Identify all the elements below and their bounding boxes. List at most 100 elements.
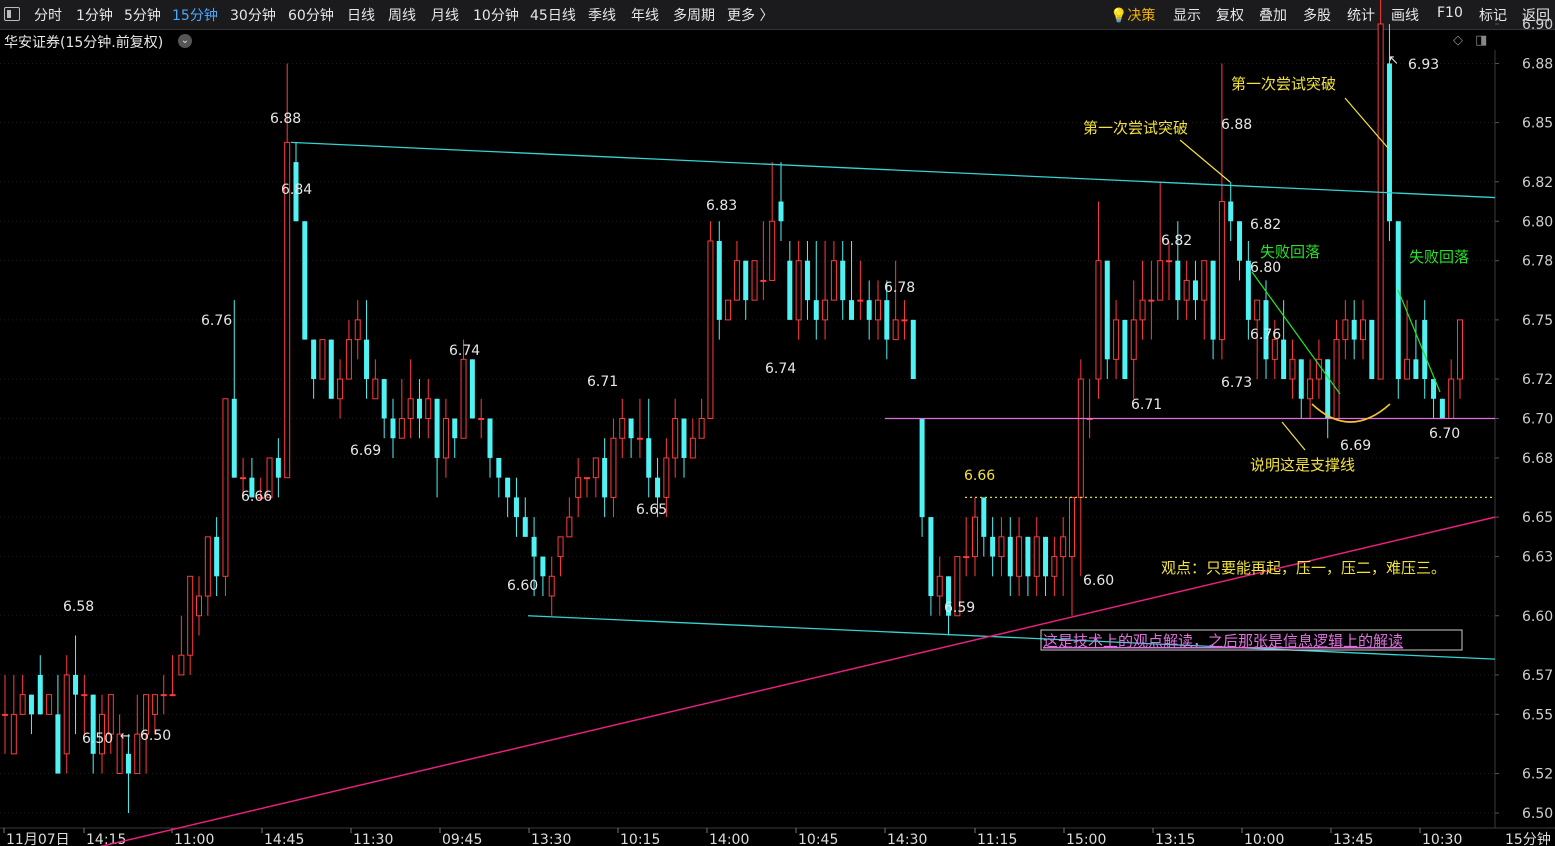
x-tick-label: 14:00 (709, 832, 749, 846)
annotation-support-note: 说明这是支撑线 (1250, 456, 1355, 474)
candle-body-up (19, 694, 26, 715)
candle-body-down (1210, 260, 1216, 340)
candle-body-up (222, 398, 229, 577)
price-label: 6.76 (201, 313, 232, 329)
annotation-failed-pullback: 失败回落 (1260, 243, 1320, 261)
candle-body-up (398, 418, 405, 439)
x-tick-label: 10:30 (1422, 832, 1462, 846)
candle-body-up (592, 457, 599, 479)
arrow-icon: ← (120, 729, 131, 744)
candle-body-down (981, 497, 987, 537)
candle-body-up (557, 536, 564, 558)
candle-body-down (866, 300, 872, 320)
price-label: 6.84 (281, 182, 312, 198)
candle-body-up (707, 240, 714, 419)
annotation-arrow (1179, 139, 1231, 183)
x-tick-label: 11:00 (174, 832, 214, 846)
candle-body-down (840, 260, 846, 301)
candle-body-down (73, 674, 79, 695)
candle-body-up (769, 220, 776, 281)
candle-body-up (1307, 378, 1314, 400)
candle-body-up (187, 575, 194, 656)
candle-body-up (733, 260, 740, 301)
price-label: 6.74 (449, 343, 480, 359)
price-label: 6.93 (1408, 57, 1439, 73)
candle-body-up (1166, 260, 1172, 263)
x-tick-label: 11月07日 (6, 832, 70, 846)
x-tick-label: 09:45 (442, 832, 482, 846)
price-label: 6.70 (1429, 426, 1460, 442)
price-label: 6.69 (350, 443, 381, 459)
price-label: 6.74 (765, 361, 796, 377)
candle-body-up (1377, 23, 1384, 380)
price-label: 6.78 (884, 280, 915, 296)
candle-body-up (10, 713, 17, 755)
price-label: 6.66 (241, 489, 272, 505)
price-label: 6.60 (507, 578, 538, 594)
x-tick-label: 13:30 (531, 832, 571, 846)
candle-body-down (231, 398, 237, 478)
candle-body-down (434, 398, 440, 458)
candle-body-down (928, 517, 934, 597)
x-tick-label: 10:15 (620, 832, 660, 846)
annotation-disclaimer: 这是技术上的观点解读，之后那张是信息逻辑上的解读 (1043, 632, 1403, 650)
candle-body-down (1369, 319, 1375, 380)
candle-body-down (681, 418, 687, 458)
candle-body-up (619, 418, 626, 439)
candle-body-up (795, 260, 802, 321)
candle-body-up (636, 437, 643, 440)
candle-body-up (575, 477, 582, 498)
y-tick-label: 6.55 (1522, 707, 1553, 723)
candle-body-down (540, 556, 546, 577)
candle-body-up (698, 418, 705, 439)
candle-body-up (725, 299, 732, 321)
candle-body-down (1104, 260, 1110, 360)
candle-body-up (760, 279, 767, 282)
x-tick-label: 14:15 (86, 832, 126, 846)
y-tick-label: 6.68 (1522, 451, 1553, 467)
candle-body-up (972, 516, 978, 558)
candle-body-down (804, 260, 810, 301)
price-label: 6.66 (964, 468, 995, 484)
candle-body-up (610, 437, 617, 498)
price-label: 6.69 (1340, 438, 1371, 454)
candle-body-down (469, 359, 475, 419)
candle-body-down (655, 477, 661, 498)
candle-body-down (1192, 280, 1198, 301)
candle-body-up (584, 477, 590, 480)
candle-body-up (1148, 299, 1155, 302)
y-tick-label: 6.60 (1522, 609, 1553, 625)
candle-body-up (892, 319, 899, 341)
annotation-arrow (1281, 421, 1306, 451)
candle-body-up (663, 457, 670, 498)
candle-body-up (1201, 260, 1208, 301)
candle-body-down (1237, 221, 1243, 261)
candle-body-up (672, 418, 679, 459)
y-tick-label: 6.75 (1522, 313, 1553, 329)
candle-body-up (107, 694, 114, 735)
price-label: 6.88 (1221, 117, 1252, 133)
candle-body-up (1051, 556, 1058, 577)
arrow-icon: ↖ (1388, 53, 1399, 68)
candle-body-down (55, 714, 61, 774)
candle-body-up (1069, 496, 1075, 558)
y-tick-label: 6.85 (1522, 116, 1553, 132)
candle-body-up (1183, 279, 1190, 301)
x-tick-label: 13:45 (1333, 832, 1373, 846)
price-label: 6.83 (706, 198, 737, 214)
candle-body-down (531, 536, 537, 557)
candle-body-up (204, 536, 211, 597)
candle-body-up (46, 694, 53, 715)
x-tick-label: 14:45 (264, 832, 304, 846)
x-tick-label: 10:00 (1244, 832, 1284, 846)
candle-body-up (1457, 319, 1463, 380)
candle-body-down (522, 517, 528, 537)
candle-body-up (196, 595, 202, 617)
y-tick-label: 6.82 (1522, 175, 1553, 191)
candle-body-up (998, 536, 1005, 558)
candle-body-up (345, 339, 352, 380)
candle-body-down (1298, 359, 1304, 399)
candle-body-down (381, 379, 387, 419)
candle-body-up (354, 319, 361, 341)
candle-body-down (311, 339, 317, 380)
